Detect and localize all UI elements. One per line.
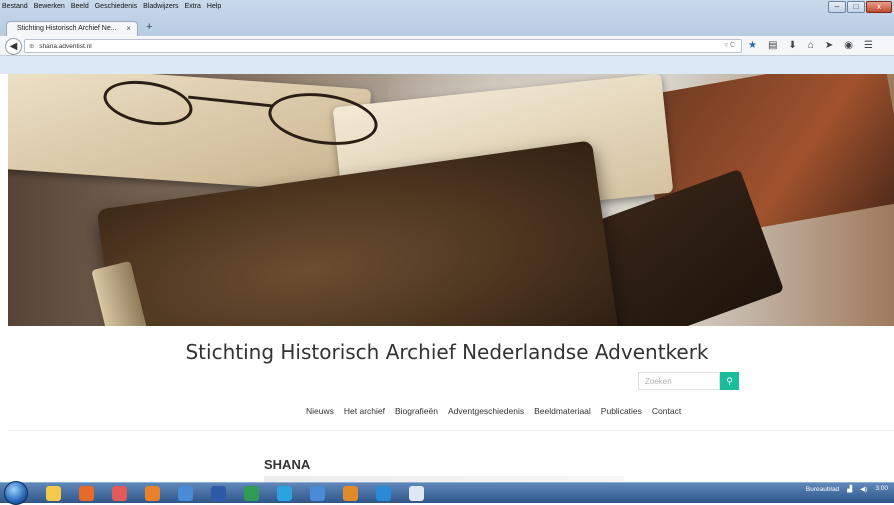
menu-bladwijzers[interactable]: Bladwijzers	[143, 0, 178, 13]
search-button[interactable]: ⚲	[720, 372, 739, 390]
bookmarks-menu-icon[interactable]: ▤	[768, 39, 777, 53]
nav-adventgeschiedenis[interactable]: Adventgeschiedenis	[448, 406, 524, 416]
browser-titlebar: Bestand Bewerken Beeld Geschiedenis Blad…	[0, 0, 894, 36]
addon-icon[interactable]: ◉	[844, 39, 853, 53]
hero-image	[8, 74, 894, 326]
page-top-strip	[0, 56, 894, 74]
menu-bewerken[interactable]: Bewerken	[34, 0, 65, 13]
reload-icon[interactable]: ▿ C	[724, 41, 735, 49]
menu-bestand[interactable]: Bestand	[2, 0, 28, 13]
menu-help[interactable]: Help	[207, 0, 221, 13]
toolbar-icons: ★ ▤ ⬇ ⌂ ➤ ◉ ☰	[748, 39, 873, 53]
taskbar-app-icon[interactable]	[145, 486, 160, 501]
windows-taskbar: Bureaublad ▟ ◀) 3:00	[0, 481, 894, 505]
menu-geschiedenis[interactable]: Geschiedenis	[95, 0, 137, 13]
taskbar-app-icon[interactable]	[79, 486, 94, 501]
menu-extra[interactable]: Extra	[185, 0, 201, 13]
main-navigation: Nieuws Het archief Biografieën Adventges…	[306, 406, 681, 416]
close-window-button[interactable]: x	[866, 1, 892, 13]
start-button[interactable]	[4, 481, 28, 505]
clock-time: 3:00	[875, 485, 888, 492]
page-heading: SHANA	[264, 457, 311, 472]
menu-bar: Bestand Bewerken Beeld Geschiedenis Blad…	[0, 0, 227, 13]
taskbar-app-icon[interactable]	[211, 486, 226, 501]
new-tab-button[interactable]: +	[146, 21, 152, 33]
header-divider	[8, 430, 894, 431]
taskbar-app-icon[interactable]	[310, 486, 325, 501]
send-icon[interactable]: ➤	[825, 39, 833, 53]
menu-icon[interactable]: ☰	[864, 39, 873, 53]
url-bar[interactable]: ⊕ shana.adventist.nl ▿ C	[24, 39, 742, 53]
nav-contact[interactable]: Contact	[652, 406, 681, 416]
nav-beeldmateriaal[interactable]: Beeldmateriaal	[534, 406, 591, 416]
minimize-button[interactable]: –	[828, 1, 846, 13]
clock[interactable]: 3:00	[875, 485, 888, 493]
browser-tab[interactable]: Stichting Historisch Archief Ne... ×	[6, 21, 138, 36]
taskbar-app-icon[interactable]	[376, 486, 391, 501]
globe-icon: ⊕	[29, 43, 35, 50]
search-form: ⚲	[638, 372, 739, 390]
search-icon: ⚲	[726, 376, 733, 386]
download-icon[interactable]: ⬇	[788, 39, 796, 53]
taskbar-app-icon[interactable]	[277, 486, 292, 501]
site-title[interactable]: Stichting Historisch Archief Nederlandse…	[0, 340, 894, 364]
nav-biografieen[interactable]: Biografieën	[395, 406, 438, 416]
bookmark-star-icon[interactable]: ★	[748, 39, 757, 53]
window-controls: – □ x	[827, 1, 892, 13]
taskbar-app-icon[interactable]	[112, 486, 127, 501]
search-input[interactable]	[638, 372, 720, 390]
network-icon[interactable]: ▟	[847, 485, 852, 493]
tab-close-icon[interactable]: ×	[126, 24, 131, 33]
navigation-toolbar: ◀ ⊕ shana.adventist.nl ▿ C ★ ▤ ⬇ ⌂ ➤ ◉ ☰	[0, 36, 894, 56]
desktop-label[interactable]: Bureaublad	[806, 486, 839, 493]
taskbar-app-icon[interactable]	[343, 486, 358, 501]
taskbar-app-icon[interactable]	[178, 486, 193, 501]
nav-nieuws[interactable]: Nieuws	[306, 406, 334, 416]
nav-het-archief[interactable]: Het archief	[344, 406, 385, 416]
maximize-button[interactable]: □	[847, 1, 865, 13]
home-icon[interactable]: ⌂	[808, 39, 814, 53]
url-text: shana.adventist.nl	[39, 43, 92, 50]
volume-icon[interactable]: ◀)	[860, 485, 867, 493]
nav-publicaties[interactable]: Publicaties	[601, 406, 642, 416]
menu-beeld[interactable]: Beeld	[71, 0, 89, 13]
taskbar-app-icon[interactable]	[46, 486, 61, 501]
taskbar-app-icon[interactable]	[409, 486, 424, 501]
back-button[interactable]: ◀	[5, 38, 22, 55]
taskbar-apps	[46, 486, 424, 501]
system-tray: Bureaublad ▟ ◀) 3:00	[806, 485, 888, 493]
tab-title: Stichting Historisch Archief Ne...	[17, 25, 117, 32]
taskbar-app-icon[interactable]	[244, 486, 259, 501]
